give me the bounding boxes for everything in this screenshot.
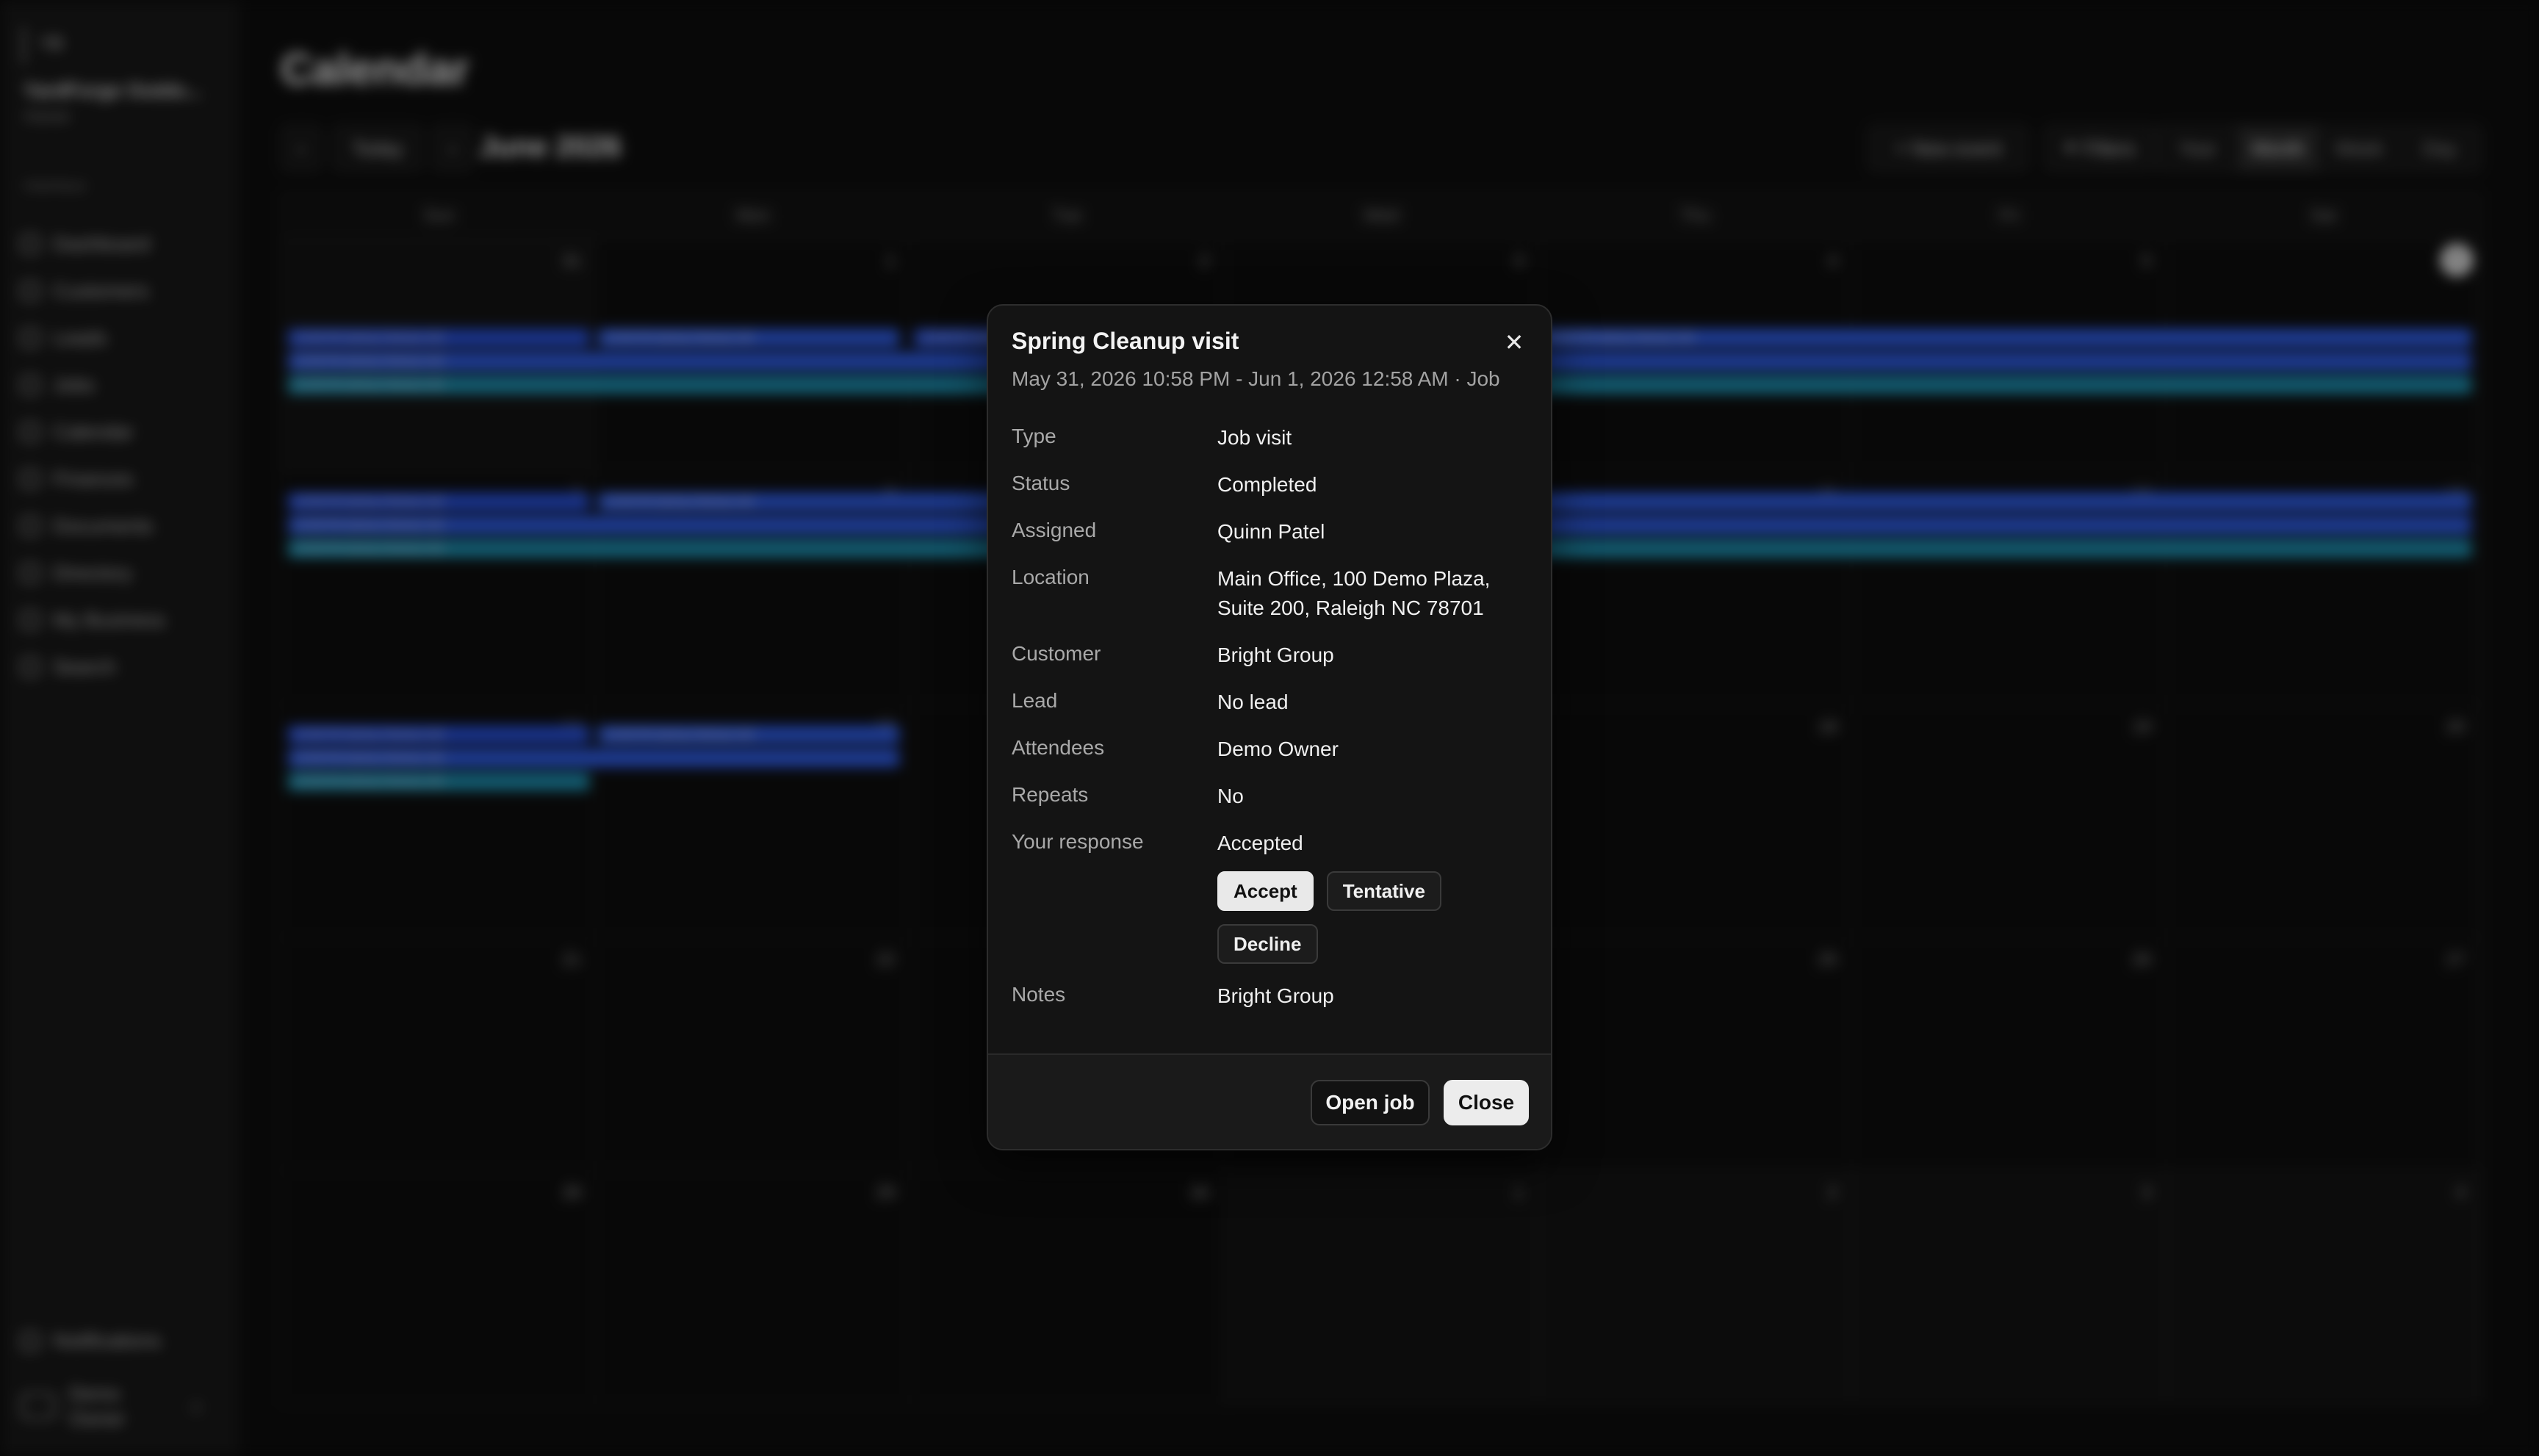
detail-label: Assigned bbox=[1012, 519, 1097, 541]
detail-value: Job visit bbox=[1217, 426, 1292, 449]
detail-row-attendees: Attendees Demo Owner bbox=[1012, 735, 1530, 764]
detail-label: Notes bbox=[1012, 983, 1066, 1006]
detail-label: Attendees bbox=[1012, 736, 1105, 759]
dialog-subtitle: May 31, 2026 10:58 PM - Jun 1, 2026 12:5… bbox=[1012, 367, 1500, 390]
detail-value: No lead bbox=[1217, 691, 1289, 713]
detail-value: Main Office, 100 Demo Plaza, Suite 200, … bbox=[1217, 567, 1491, 619]
detail-label: Type bbox=[1012, 425, 1056, 447]
detail-value: Bright Group bbox=[1217, 984, 1334, 1007]
decline-button[interactable]: Decline bbox=[1217, 924, 1318, 964]
detail-row-type: Type Job visit bbox=[1012, 423, 1530, 453]
response-group: Accepted Accept Tentative Decline bbox=[1217, 829, 1530, 964]
detail-row-status: Status Completed bbox=[1012, 470, 1530, 500]
close-icon[interactable]: ✕ bbox=[1498, 326, 1530, 358]
detail-label: Repeats bbox=[1012, 783, 1089, 806]
detail-label: Status bbox=[1012, 472, 1070, 494]
detail-row-assigned: Assigned Quinn Patel bbox=[1012, 517, 1530, 547]
close-button[interactable]: Close bbox=[1444, 1080, 1529, 1125]
detail-value: Bright Group bbox=[1217, 644, 1334, 666]
detail-value: Quinn Patel bbox=[1217, 520, 1325, 543]
detail-row-response: Your response Accepted Accept Tentative … bbox=[1012, 829, 1530, 964]
tentative-button[interactable]: Tentative bbox=[1326, 871, 1441, 911]
accept-button[interactable]: Accept bbox=[1217, 871, 1314, 911]
detail-label: Your response bbox=[1012, 830, 1144, 853]
detail-row-customer: Customer Bright Group bbox=[1012, 641, 1530, 670]
detail-label: Customer bbox=[1012, 642, 1101, 665]
detail-value: Demo Owner bbox=[1217, 738, 1339, 760]
detail-value: No bbox=[1217, 785, 1244, 807]
detail-label: Lead bbox=[1012, 689, 1058, 712]
open-job-button[interactable]: Open job bbox=[1311, 1080, 1430, 1125]
detail-value: Completed bbox=[1217, 473, 1317, 496]
event-details: Type Job visit Status Completed Assigned… bbox=[1012, 423, 1530, 1028]
event-details-dialog: Spring Cleanup visit May 31, 2026 10:58 … bbox=[987, 304, 1552, 1150]
detail-label: Location bbox=[1012, 566, 1090, 588]
response-buttons: Accept Tentative Decline bbox=[1217, 871, 1530, 964]
detail-row-notes: Notes Bright Group bbox=[1012, 981, 1530, 1011]
response-status: Accepted bbox=[1217, 832, 1303, 854]
dialog-title: Spring Cleanup visit bbox=[1012, 328, 1239, 354]
detail-row-location: Location Main Office, 100 Demo Plaza, Su… bbox=[1012, 564, 1530, 623]
detail-row-repeats: Repeats No bbox=[1012, 782, 1530, 811]
dialog-footer: Open job Close bbox=[988, 1053, 1551, 1149]
detail-row-lead: Lead No lead bbox=[1012, 688, 1530, 717]
